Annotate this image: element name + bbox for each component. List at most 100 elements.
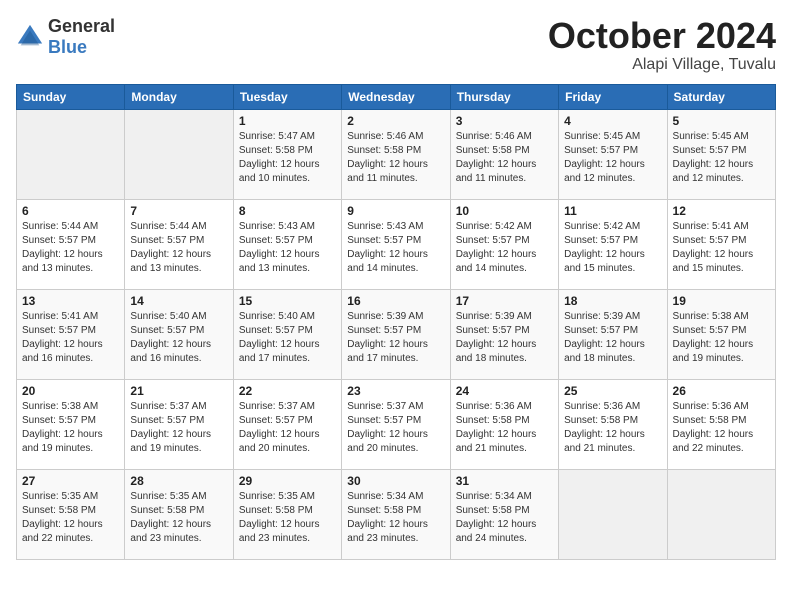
day-header-sunday: Sunday [17, 84, 125, 109]
calendar-table: SundayMondayTuesdayWednesdayThursdayFrid… [16, 84, 776, 560]
calendar-week-row: 6 Sunrise: 5:44 AMSunset: 5:57 PMDaylight… [17, 199, 776, 289]
day-number: 15 [239, 294, 336, 308]
day-number: 17 [456, 294, 553, 308]
day-number: 21 [130, 384, 227, 398]
day-info: Sunrise: 5:39 AMSunset: 5:57 PMDaylight:… [564, 310, 661, 366]
calendar-body: 1 Sunrise: 5:47 AMSunset: 5:58 PMDaylight… [17, 109, 776, 559]
day-number: 9 [347, 204, 444, 218]
calendar-cell [559, 469, 667, 559]
calendar-cell: 13 Sunrise: 5:41 AMSunset: 5:57 PMDayligh… [17, 289, 125, 379]
day-number: 31 [456, 474, 553, 488]
calendar-cell: 8 Sunrise: 5:43 AMSunset: 5:57 PMDaylight… [233, 199, 341, 289]
day-info: Sunrise: 5:46 AMSunset: 5:58 PMDaylight:… [456, 130, 553, 186]
day-info: Sunrise: 5:36 AMSunset: 5:58 PMDaylight:… [673, 400, 770, 456]
calendar-cell: 1 Sunrise: 5:47 AMSunset: 5:58 PMDaylight… [233, 109, 341, 199]
day-number: 3 [456, 114, 553, 128]
day-info: Sunrise: 5:40 AMSunset: 5:57 PMDaylight:… [130, 310, 227, 366]
day-number: 2 [347, 114, 444, 128]
day-info: Sunrise: 5:38 AMSunset: 5:57 PMDaylight:… [22, 400, 119, 456]
day-header-wednesday: Wednesday [342, 84, 450, 109]
day-info: Sunrise: 5:37 AMSunset: 5:57 PMDaylight:… [130, 400, 227, 456]
logo-icon [16, 23, 44, 51]
day-number: 14 [130, 294, 227, 308]
day-info: Sunrise: 5:45 AMSunset: 5:57 PMDaylight:… [564, 130, 661, 186]
day-number: 10 [456, 204, 553, 218]
calendar-cell: 17 Sunrise: 5:39 AMSunset: 5:57 PMDayligh… [450, 289, 558, 379]
calendar-cell: 16 Sunrise: 5:39 AMSunset: 5:57 PMDayligh… [342, 289, 450, 379]
day-number: 4 [564, 114, 661, 128]
calendar-cell: 7Sunrise: 5:44 AMSunset: 5:57 PMDaylight… [125, 199, 233, 289]
day-number: 26 [673, 384, 770, 398]
day-info: Sunrise: 5:36 AMSunset: 5:58 PMDaylight:… [456, 400, 553, 456]
calendar-cell [17, 109, 125, 199]
calendar-cell: 11 Sunrise: 5:42 AMSunset: 5:57 PMDayligh… [559, 199, 667, 289]
day-info: Sunrise: 5:37 AMSunset: 5:57 PMDaylight:… [239, 400, 336, 456]
calendar-cell: 14 Sunrise: 5:40 AMSunset: 5:57 PMDayligh… [125, 289, 233, 379]
calendar-week-row: 27 Sunrise: 5:35 AMSunset: 5:58 PMDayligh… [17, 469, 776, 559]
day-info: Sunrise: 5:42 AMSunset: 5:57 PMDaylight:… [564, 220, 661, 276]
day-info: Sunrise: 5:35 AMSunset: 5:58 PMDaylight:… [22, 490, 119, 546]
day-header-tuesday: Tuesday [233, 84, 341, 109]
day-number: 27 [22, 474, 119, 488]
day-info: Sunrise: 5:35 AMSunset: 5:58 PMDaylight:… [239, 490, 336, 546]
calendar-cell: 30Sunrise: 5:34 AMSunset: 5:58 PMDayligh… [342, 469, 450, 559]
day-info: Sunrise: 5:45 AMSunset: 5:57 PMDaylight:… [673, 130, 770, 186]
calendar-cell: 31 Sunrise: 5:34 AMSunset: 5:58 PMDayligh… [450, 469, 558, 559]
logo-general: General [48, 16, 115, 36]
logo-text: General Blue [48, 16, 115, 58]
day-info: Sunrise: 5:34 AMSunset: 5:58 PMDaylight:… [456, 490, 553, 546]
page-header: General Blue October 2024 Alapi Village,… [16, 16, 776, 74]
calendar-week-row: 20 Sunrise: 5:38 AMSunset: 5:57 PMDayligh… [17, 379, 776, 469]
day-info: Sunrise: 5:37 AMSunset: 5:57 PMDaylight:… [347, 400, 444, 456]
calendar-cell: 12 Sunrise: 5:41 AMSunset: 5:57 PMDayligh… [667, 199, 775, 289]
calendar-cell: 4 Sunrise: 5:45 AMSunset: 5:57 PMDaylight… [559, 109, 667, 199]
day-info: Sunrise: 5:44 AMSunset: 5:57 PMDaylight:… [22, 220, 119, 276]
calendar-cell: 29Sunrise: 5:35 AMSunset: 5:58 PMDayligh… [233, 469, 341, 559]
day-info: Sunrise: 5:39 AMSunset: 5:57 PMDaylight:… [347, 310, 444, 366]
calendar-header-row: SundayMondayTuesdayWednesdayThursdayFrid… [17, 84, 776, 109]
logo-blue: Blue [48, 37, 87, 57]
calendar-cell: 19 Sunrise: 5:38 AMSunset: 5:57 PMDayligh… [667, 289, 775, 379]
day-number: 22 [239, 384, 336, 398]
calendar-cell: 21 Sunrise: 5:37 AMSunset: 5:57 PMDayligh… [125, 379, 233, 469]
day-header-friday: Friday [559, 84, 667, 109]
calendar-cell [125, 109, 233, 199]
calendar-cell: 28Sunrise: 5:35 AMSunset: 5:58 PMDayligh… [125, 469, 233, 559]
day-header-saturday: Saturday [667, 84, 775, 109]
calendar-cell: 5Sunrise: 5:45 AMSunset: 5:57 PMDaylight… [667, 109, 775, 199]
day-info: Sunrise: 5:38 AMSunset: 5:57 PMDaylight:… [673, 310, 770, 366]
logo: General Blue [16, 16, 115, 58]
calendar-cell: 23Sunrise: 5:37 AMSunset: 5:57 PMDayligh… [342, 379, 450, 469]
calendar-week-row: 13 Sunrise: 5:41 AMSunset: 5:57 PMDayligh… [17, 289, 776, 379]
day-info: Sunrise: 5:39 AMSunset: 5:57 PMDaylight:… [456, 310, 553, 366]
day-number: 12 [673, 204, 770, 218]
day-number: 11 [564, 204, 661, 218]
day-number: 16 [347, 294, 444, 308]
calendar-cell [667, 469, 775, 559]
day-number: 19 [673, 294, 770, 308]
calendar-week-row: 1 Sunrise: 5:47 AMSunset: 5:58 PMDaylight… [17, 109, 776, 199]
day-info: Sunrise: 5:41 AMSunset: 5:57 PMDaylight:… [673, 220, 770, 276]
day-number: 20 [22, 384, 119, 398]
calendar-cell: 6 Sunrise: 5:44 AMSunset: 5:57 PMDaylight… [17, 199, 125, 289]
calendar-cell: 10 Sunrise: 5:42 AMSunset: 5:57 PMDayligh… [450, 199, 558, 289]
month-title: October 2024 [548, 16, 776, 56]
day-number: 8 [239, 204, 336, 218]
day-number: 6 [22, 204, 119, 218]
day-number: 18 [564, 294, 661, 308]
day-number: 1 [239, 114, 336, 128]
day-number: 13 [22, 294, 119, 308]
calendar-cell: 18 Sunrise: 5:39 AMSunset: 5:57 PMDayligh… [559, 289, 667, 379]
day-info: Sunrise: 5:47 AMSunset: 5:58 PMDaylight:… [239, 130, 336, 186]
day-info: Sunrise: 5:41 AMSunset: 5:57 PMDaylight:… [22, 310, 119, 366]
day-number: 24 [456, 384, 553, 398]
calendar-cell: 2Sunrise: 5:46 AMSunset: 5:58 PMDaylight… [342, 109, 450, 199]
day-info: Sunrise: 5:43 AMSunset: 5:57 PMDaylight:… [347, 220, 444, 276]
day-info: Sunrise: 5:40 AMSunset: 5:57 PMDaylight:… [239, 310, 336, 366]
day-info: Sunrise: 5:43 AMSunset: 5:57 PMDaylight:… [239, 220, 336, 276]
day-info: Sunrise: 5:42 AMSunset: 5:57 PMDaylight:… [456, 220, 553, 276]
day-info: Sunrise: 5:34 AMSunset: 5:58 PMDaylight:… [347, 490, 444, 546]
title-block: October 2024 Alapi Village, Tuvalu [548, 16, 776, 74]
day-info: Sunrise: 5:44 AMSunset: 5:57 PMDaylight:… [130, 220, 227, 276]
calendar-cell: 24 Sunrise: 5:36 AMSunset: 5:58 PMDayligh… [450, 379, 558, 469]
